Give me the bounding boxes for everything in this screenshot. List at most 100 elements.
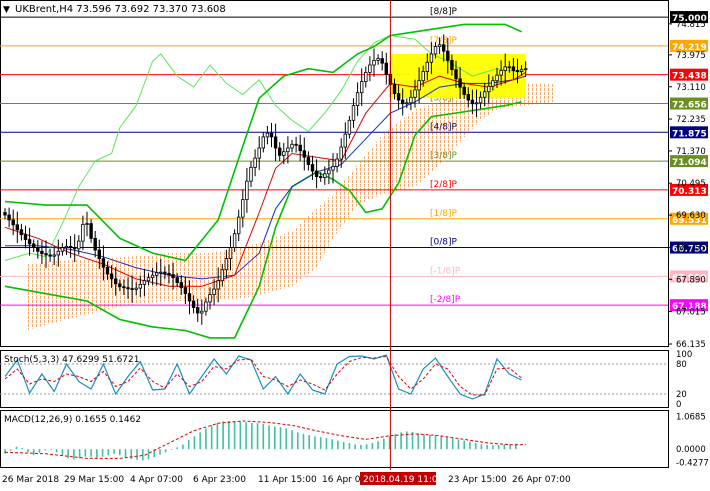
candle-body: [81, 224, 85, 242]
stoch-axis-label: 0: [676, 400, 681, 410]
macd-histogram-bar: [61, 449, 64, 456]
candle-body: [310, 164, 315, 172]
macd-histogram-bar: [377, 441, 379, 450]
price-axis-label: 66.135: [676, 340, 706, 350]
macd-histogram-bar: [55, 449, 58, 453]
candle-body: [519, 69, 524, 72]
candle-body: [511, 66, 516, 71]
candle-body: [228, 247, 233, 260]
candle-body: [97, 249, 101, 260]
candle-body: [195, 307, 200, 314]
candle-body: [331, 166, 335, 171]
candle-body: [7, 214, 11, 221]
candle-body: [109, 273, 114, 280]
candle-body: [101, 258, 106, 268]
macd-histogram-bar: [96, 449, 98, 458]
macd-histogram-bar: [147, 449, 150, 460]
candle-body: [138, 284, 142, 289]
macd-histogram-bar: [159, 449, 161, 455]
macd-histogram-bar: [503, 444, 506, 450]
candle-body: [286, 147, 290, 153]
macd-histogram-bar: [291, 430, 293, 450]
candle-body: [277, 147, 282, 156]
candle-body: [318, 176, 323, 178]
candle-body: [368, 64, 372, 73]
macd-histogram-bar: [279, 427, 282, 450]
candle-body: [466, 94, 470, 101]
macd-histogram-bar: [38, 449, 41, 453]
macd-histogram-bar: [73, 449, 75, 460]
candle-body: [32, 243, 36, 248]
candle-body: [241, 199, 245, 218]
candle-body: [216, 280, 220, 290]
candle-body: [323, 173, 327, 178]
macd-axis-label: 1.0685: [676, 412, 706, 422]
candle-body: [146, 277, 151, 282]
price-axis-label: 71.370: [676, 147, 706, 157]
candle-body: [314, 170, 319, 177]
stoch-axis-label: 80: [676, 360, 687, 370]
candle-body: [376, 58, 380, 61]
candle-body: [191, 300, 196, 308]
price-axis-label: 70.495: [676, 179, 706, 189]
macd-histogram-bar: [325, 438, 328, 450]
candle-body: [253, 157, 257, 168]
candle-body: [150, 274, 155, 279]
candle-body: [3, 212, 7, 216]
macd-histogram-bar: [463, 440, 465, 450]
price-level-badge-text: 71.875: [672, 129, 707, 139]
macd-histogram-bar: [423, 434, 425, 450]
candle-body: [269, 132, 274, 138]
candle-body: [347, 119, 352, 135]
candle-body: [441, 44, 446, 52]
stoch-header: Stoch(5,3,3) 47.6299 51.6721: [4, 355, 139, 365]
candle-body: [212, 288, 216, 295]
macd-histogram-bar: [210, 425, 213, 450]
macd-histogram-bar: [492, 445, 494, 450]
candle-body: [380, 58, 384, 64]
macd-histogram-bar: [141, 449, 144, 461]
candle-body: [179, 282, 183, 288]
cursor-time-label: 2018.04.19 11:00: [363, 475, 444, 485]
candle-body: [364, 71, 368, 83]
candle-body: [64, 245, 69, 248]
candle-body: [175, 277, 179, 283]
macd-histogram-bar: [342, 441, 345, 450]
candle-body: [200, 310, 204, 314]
time-axis-label: 29 Mar 15:00: [64, 475, 124, 485]
candle-body: [130, 288, 134, 290]
macd-histogram-bar: [170, 449, 173, 450]
macd-histogram-bar: [9, 449, 12, 451]
macd-histogram-bar: [27, 449, 29, 453]
macd-histogram-bar: [428, 435, 431, 450]
macd-histogram-bar: [296, 432, 299, 450]
price-axis-label: 69.630: [676, 211, 706, 221]
candle-body: [437, 44, 442, 47]
candle-body: [208, 294, 212, 303]
candle-body: [507, 66, 511, 69]
candle-body: [105, 266, 110, 275]
murrey-level-label: [2/8]P: [430, 180, 458, 190]
time-axis-label: 26 Apr 07:00: [512, 475, 571, 485]
macd-histogram-bar: [90, 449, 92, 457]
candle-body: [154, 272, 159, 276]
collapse-triangle-icon[interactable]: ▼: [3, 5, 10, 15]
candle-body: [159, 271, 163, 274]
macd-histogram-bar: [434, 435, 437, 450]
macd-histogram-bar: [233, 421, 236, 450]
stoch-axis-label: 20: [676, 390, 687, 400]
candle-body: [294, 143, 298, 146]
candle-body: [142, 280, 147, 285]
price-level-badge-text: 73.438: [672, 72, 707, 82]
candle-body: [89, 223, 93, 239]
candle-body: [384, 62, 388, 75]
macd-histogram-bar: [360, 444, 362, 450]
price-axis-label: 68.755: [676, 243, 706, 253]
macd-histogram-bar: [302, 433, 305, 450]
candle-body: [183, 287, 188, 295]
macd-histogram-bar: [44, 449, 46, 451]
macd-histogram-bar: [193, 436, 196, 450]
murrey-level-label: [8/8]P: [430, 7, 458, 17]
murrey-level-label: [3/8]P: [430, 151, 458, 161]
candle-body: [372, 59, 376, 66]
